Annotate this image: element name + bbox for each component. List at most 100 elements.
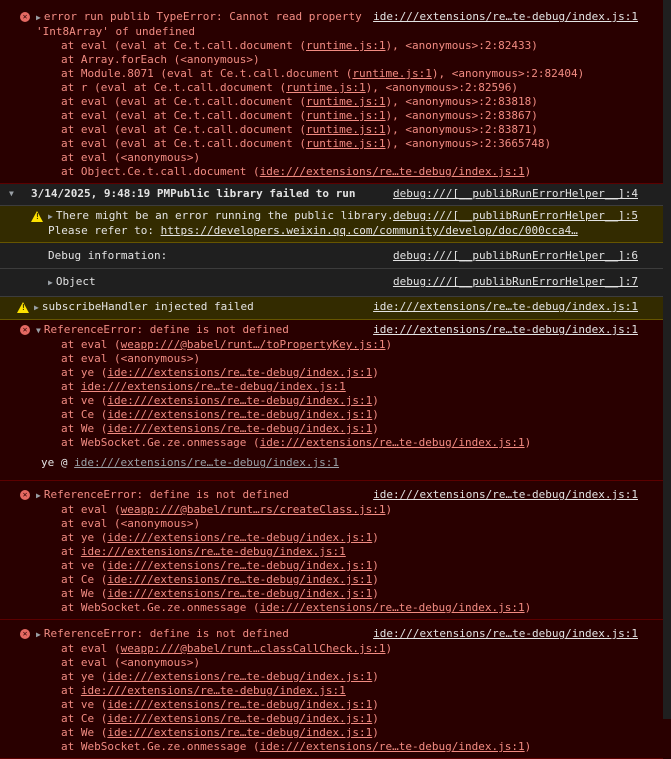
expand-triangle-icon[interactable]: ▶ <box>34 301 39 315</box>
stack-frame-link[interactable]: ide:///extensions/re…te-debug/index.js:1 <box>107 698 372 711</box>
collapse-triangle-icon[interactable]: ▼ <box>0 187 31 201</box>
refer-label: Please refer to: <box>48 224 161 237</box>
stack-frame: at WebSocket.Ge.ze.onmessage (ide:///ext… <box>61 601 532 614</box>
console-log-message[interactable]: ▶ Object debug:///[__publibRunErrorHelper… <box>0 269 663 297</box>
stack-frame: at eval (eval at Ce.t.call.document (run… <box>61 123 538 136</box>
stack-frame: at We (ide:///extensions/re…te-debug/ind… <box>61 422 379 435</box>
stack-frame: at Module.8071 (eval at Ce.t.call.docume… <box>61 67 585 80</box>
source-link[interactable]: debug:///[__publibRunErrorHelper__]:5 <box>393 209 638 223</box>
stack-frame-link[interactable]: ide:///extensions/re…te-debug/index.js:1 <box>107 394 372 407</box>
stack-frame: at eval (eval at Ce.t.call.document (run… <box>61 95 538 108</box>
console-warning-message[interactable]: ▶subscribeHandler injected failed ide://… <box>0 297 663 320</box>
stack-frame-link[interactable]: ide:///extensions/re…te-debug/index.js:1 <box>260 436 525 449</box>
refer-link[interactable]: https://developers.weixin.qq.com/communi… <box>161 224 578 237</box>
stack-frame-link[interactable]: ide:///extensions/re…te-debug/index.js:1 <box>107 408 372 421</box>
error-title: error run publib TypeError: Cannot read … <box>43 10 362 23</box>
stack-trace: at eval (weapp:///@babel/runt…/toPropert… <box>0 338 663 450</box>
source-link[interactable]: ide:///extensions/re…te-debug/index.js:1 <box>373 300 638 314</box>
stack-frame: at Object.Ce.t.call.document (ide:///ext… <box>61 165 532 178</box>
expand-triangle-icon[interactable]: ▶ <box>36 628 41 642</box>
expand-triangle-icon[interactable]: ▶ <box>48 210 53 224</box>
stack-frame: at Ce (ide:///extensions/re…te-debug/ind… <box>61 573 379 586</box>
stack-frame-link[interactable]: runtime.js:1 <box>306 39 385 52</box>
caller-line: ye @ ide:///extensions/re…te-debug/index… <box>41 456 340 469</box>
stack-frame-link[interactable]: runtime.js:1 <box>286 81 365 94</box>
stack-frame-link[interactable]: ide:///extensions/re…te-debug/index.js:1 <box>107 366 372 379</box>
stack-frame-link[interactable]: ide:///extensions/re…te-debug/index.js:1 <box>107 670 372 683</box>
stack-frame-link[interactable]: ide:///extensions/re…te-debug/index.js:1 <box>260 165 525 178</box>
stack-frame: at ide:///extensions/re…te-debug/index.j… <box>61 545 346 558</box>
source-link[interactable]: ide:///extensions/re…te-debug/index.js:1 <box>373 627 638 641</box>
source-link[interactable]: ide:///extensions/re…te-debug/index.js:1 <box>373 10 638 24</box>
stack-frame-link[interactable]: ide:///extensions/re…te-debug/index.js:1 <box>107 573 372 586</box>
source-link[interactable]: ide:///extensions/re…te-debug/index.js:1 <box>373 488 638 502</box>
error-title: ReferenceError: define is not defined <box>43 627 289 640</box>
stack-frame: at eval (weapp:///@babel/runt…rs/createC… <box>61 503 393 516</box>
stack-frame: at WebSocket.Ge.ze.onmessage (ide:///ext… <box>61 436 532 449</box>
console-error-message[interactable]: ✕ ▶ ReferenceError: define is not defined… <box>0 620 663 759</box>
stack-frame: at ve (ide:///extensions/re…te-debug/ind… <box>61 394 379 407</box>
console-error-message[interactable]: ✕ ▶ error run publib TypeError: Cannot re… <box>0 0 663 184</box>
source-link[interactable]: debug:///[__publibRunErrorHelper__]:6 <box>393 249 638 263</box>
stack-trace: at eval (eval at Ce.t.call.document (run… <box>0 39 663 179</box>
stack-frame-link[interactable]: ide:///extensions/re…te-debug/index.js:1 <box>107 587 372 600</box>
stack-frame-link[interactable]: weapp:///@babel/runt…rs/createClass.js:1 <box>121 503 386 516</box>
stack-frame-link[interactable]: ide:///extensions/re…te-debug/index.js:1 <box>81 545 346 558</box>
stack-frame: at ye (ide:///extensions/re…te-debug/ind… <box>61 531 379 544</box>
caller-link[interactable]: ide:///extensions/re…te-debug/index.js:1 <box>74 456 339 469</box>
stack-frame: at ye (ide:///extensions/re…te-debug/ind… <box>61 670 379 683</box>
stack-frame: at eval (eval at Ce.t.call.document (run… <box>61 109 538 122</box>
scrollbar[interactable] <box>663 0 671 719</box>
source-link[interactable]: debug:///[__publibRunErrorHelper__]:7 <box>393 275 638 289</box>
error-icon: ✕ <box>18 10 32 24</box>
stack-frame-link[interactable]: ide:///extensions/re…te-debug/index.js:1 <box>107 422 372 435</box>
console-group-header[interactable]: ▼ 3/14/2025, 9:48:19 PMPublic library fa… <box>0 184 663 206</box>
stack-frame: at We (ide:///extensions/re…te-debug/ind… <box>61 587 379 600</box>
expand-triangle-icon[interactable]: ▶ <box>36 11 41 25</box>
console-panel: ✕ ▶ error run publib TypeError: Cannot re… <box>0 0 663 759</box>
stack-frame-link[interactable]: ide:///extensions/re…te-debug/index.js:1 <box>81 380 346 393</box>
stack-frame: at We (ide:///extensions/re…te-debug/ind… <box>61 726 379 739</box>
expand-triangle-icon[interactable]: ▶ <box>48 276 53 290</box>
stack-frame-link[interactable]: ide:///extensions/re…te-debug/index.js:1 <box>107 531 372 544</box>
console-log-message[interactable]: Debug information: debug:///[__publibRun… <box>0 243 663 269</box>
warning-text: subscribeHandler injected failed <box>41 300 254 313</box>
stack-frame-link[interactable]: runtime.js:1 <box>306 109 385 122</box>
console-error-message[interactable]: ✕ ▼ ReferenceError: define is not defined… <box>0 320 663 481</box>
stack-frame: at Ce (ide:///extensions/re…te-debug/ind… <box>61 408 379 421</box>
expand-triangle-icon[interactable]: ▶ <box>36 489 41 503</box>
stack-frame: at ve (ide:///extensions/re…te-debug/ind… <box>61 559 379 572</box>
stack-frame-link[interactable]: ide:///extensions/re…te-debug/index.js:1 <box>107 559 372 572</box>
warning-icon <box>30 209 44 223</box>
stack-frame: at eval (weapp:///@babel/runt…classCallC… <box>61 642 393 655</box>
stack-frame-link[interactable]: runtime.js:1 <box>306 123 385 136</box>
stack-frame-link[interactable]: weapp:///@babel/runt…/toPropertyKey.js:1 <box>121 338 386 351</box>
stack-frame-link[interactable]: runtime.js:1 <box>306 95 385 108</box>
collapse-triangle-icon[interactable]: ▼ <box>36 324 41 338</box>
stack-frame-link[interactable]: ide:///extensions/re…te-debug/index.js:1 <box>81 684 346 697</box>
stack-frame-link[interactable]: weapp:///@babel/runt…classCallCheck.js:1 <box>121 642 386 655</box>
object-label: Object <box>55 275 96 288</box>
console-warning-message[interactable]: ▶There might be an error running the pub… <box>0 206 663 243</box>
console-error-message[interactable]: ✕ ▶ ReferenceError: define is not defined… <box>0 481 663 620</box>
error-title: ReferenceError: define is not defined <box>43 323 289 336</box>
stack-frame: at ide:///extensions/re…te-debug/index.j… <box>61 684 346 697</box>
stack-frame: at ye (ide:///extensions/re…te-debug/ind… <box>61 366 379 379</box>
warning-icon <box>16 300 30 314</box>
stack-trace: at eval (weapp:///@babel/runt…classCallC… <box>0 642 663 754</box>
stack-frame-link[interactable]: runtime.js:1 <box>306 137 385 150</box>
stack-frame-link[interactable]: ide:///extensions/re…te-debug/index.js:1 <box>107 726 372 739</box>
stack-frame: at eval (eval at Ce.t.call.document (run… <box>61 137 552 150</box>
stack-frame-link[interactable]: ide:///extensions/re…te-debug/index.js:1 <box>260 740 525 753</box>
stack-frame-link[interactable]: ide:///extensions/re…te-debug/index.js:1 <box>260 601 525 614</box>
source-link[interactable]: ide:///extensions/re…te-debug/index.js:1 <box>373 323 638 337</box>
stack-frame: at eval (<anonymous>) <box>61 352 201 365</box>
source-link[interactable]: debug:///[__publibRunErrorHelper__]:4 <box>393 187 638 201</box>
stack-frame: at ide:///extensions/re…te-debug/index.j… <box>61 380 346 393</box>
stack-frame-link[interactable]: runtime.js:1 <box>352 67 431 80</box>
error-icon: ✕ <box>18 488 32 502</box>
stack-frame: at eval (weapp:///@babel/runt…/toPropert… <box>61 338 393 351</box>
stack-frame: at eval (<anonymous>) <box>61 151 201 164</box>
stack-frame: at WebSocket.Ge.ze.onmessage (ide:///ext… <box>61 740 532 753</box>
stack-frame: at r (eval at Ce.t.call.document (runtim… <box>61 81 518 94</box>
